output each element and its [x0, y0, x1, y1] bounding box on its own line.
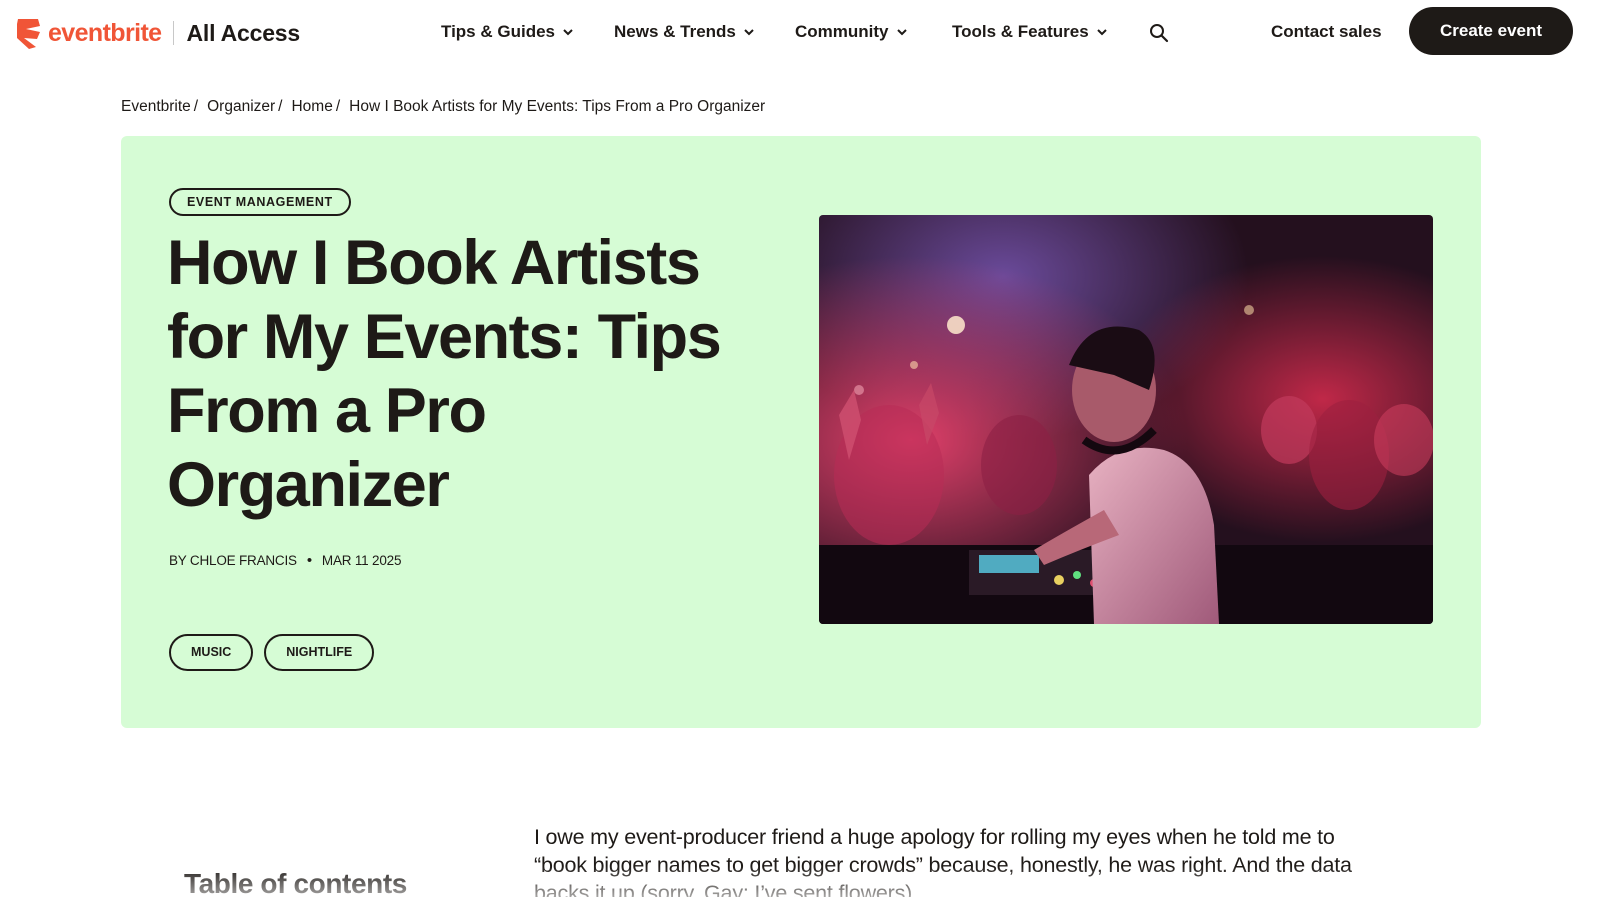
eventbrite-mark-icon	[17, 19, 40, 49]
article-intro-paragraph: I owe my event-producer friend a huge ap…	[534, 825, 1352, 897]
nav-label: News & Trends	[614, 22, 736, 41]
category-pill[interactable]: EVENT MANAGEMENT	[169, 188, 351, 216]
chevron-down-icon	[896, 29, 907, 36]
brand-section-title: All Access	[186, 19, 300, 46]
article-hero: EVENT MANAGEMENT How I Book Artists for …	[121, 136, 1481, 728]
chevron-down-icon	[1096, 29, 1107, 36]
breadcrumb-separator: /	[278, 98, 283, 115]
author-name[interactable]: BY CHLOE FRANCIS	[169, 553, 297, 568]
contact-sales-link[interactable]: Contact sales	[1271, 18, 1382, 46]
tag-list: MUSIC NIGHTLIFE	[169, 634, 375, 671]
breadcrumb: Eventbrite / Organizer / Home / How I Bo…	[121, 96, 765, 118]
eventbrite-logo[interactable]: eventbrite All Access	[16, 16, 300, 50]
nav-community[interactable]: Community	[795, 18, 908, 46]
hero-photo	[819, 215, 1433, 624]
nav-label: Tips & Guides	[441, 22, 555, 41]
breadcrumb-separator: /	[335, 98, 341, 115]
chevron-down-icon	[744, 29, 754, 36]
site-header: eventbrite All Access Tips & Guides News…	[0, 0, 1600, 64]
byline-bullet: •	[306, 551, 312, 569]
article-byline: BY CHLOE FRANCIS • MAR 11 2025	[169, 550, 401, 570]
article-title: How I Book Artists for My Events: Tips F…	[167, 228, 722, 520]
breadcrumb-separator: /	[193, 98, 199, 115]
brand-divider	[173, 21, 175, 45]
nav-tools-features[interactable]: Tools & Features	[952, 18, 1108, 46]
brand-wordmark: eventbrite	[48, 18, 162, 47]
publish-date: MAR 11 2025	[321, 552, 402, 568]
nav-label: Tools & Features	[952, 22, 1089, 41]
nav-news-trends[interactable]: News & Trends	[614, 18, 755, 46]
breadcrumb-home[interactable]: Home	[291, 98, 332, 116]
table-of-contents-heading: Table of contents	[184, 868, 407, 897]
tag-music[interactable]: MUSIC	[169, 634, 254, 671]
search-icon[interactable]	[1148, 22, 1170, 44]
breadcrumb-eventbrite[interactable]: Eventbrite	[121, 98, 191, 116]
create-event-button[interactable]: Create event	[1409, 7, 1573, 55]
nav-label: Community	[795, 22, 889, 41]
tag-nightlife[interactable]: NIGHTLIFE	[264, 634, 375, 671]
chevron-down-icon	[563, 29, 573, 36]
breadcrumb-current-page: How I Book Artists for My Events: Tips F…	[349, 98, 766, 115]
breadcrumb-organizer[interactable]: Organizer	[207, 98, 275, 116]
nav-tips-guides[interactable]: Tips & Guides	[441, 18, 574, 46]
